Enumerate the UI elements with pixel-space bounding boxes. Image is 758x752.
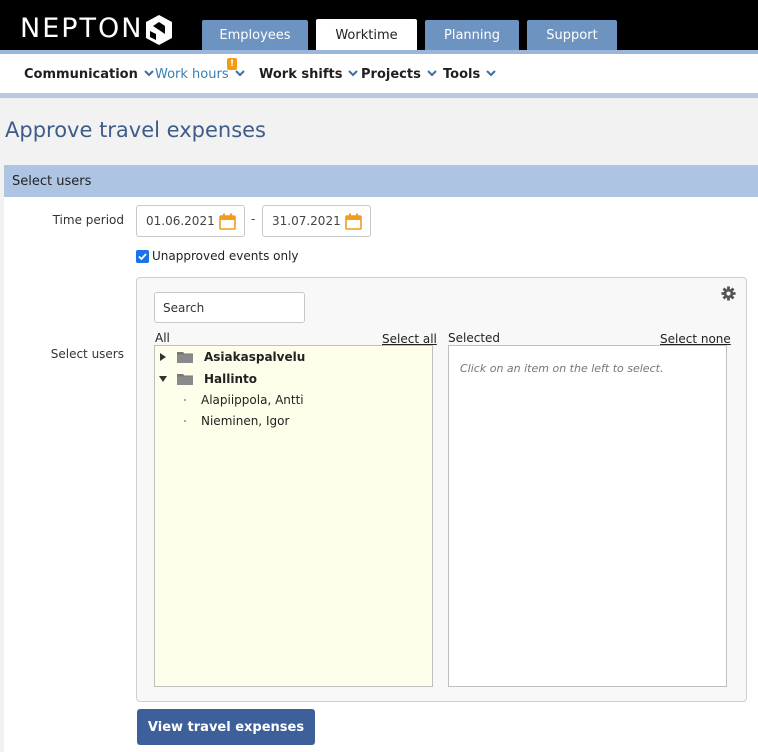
select-none-link[interactable]: Select none bbox=[660, 332, 731, 346]
unapproved-checkbox-label[interactable]: Unapproved events only bbox=[152, 249, 299, 263]
chevron-down-icon bbox=[144, 70, 154, 77]
logo-cube-icon bbox=[146, 15, 172, 45]
date-to-field[interactable]: 31.07.2021 bbox=[262, 205, 371, 237]
selected-users-list[interactable] bbox=[448, 345, 727, 687]
sub-navigation: Communication Work hours Work shifts Pro… bbox=[0, 54, 758, 94]
collapse-arrow-icon[interactable] bbox=[159, 376, 167, 382]
time-period-label: Time period bbox=[52, 213, 124, 227]
tree-user-item[interactable]: Nieminen, Igor bbox=[201, 414, 289, 428]
tree-group-asiakaspalvelu[interactable]: Asiakaspalvelu bbox=[204, 350, 305, 364]
date-from-field[interactable]: 01.06.2021 bbox=[136, 205, 245, 237]
nav-label: Work shifts bbox=[259, 67, 343, 82]
calendar-icon[interactable] bbox=[345, 213, 362, 230]
unapproved-checkbox[interactable] bbox=[136, 250, 149, 263]
nav-label: Work hours bbox=[155, 67, 229, 82]
date-separator: - bbox=[251, 212, 256, 226]
calendar-icon[interactable] bbox=[219, 213, 236, 230]
view-travel-expenses-button[interactable]: View travel expenses bbox=[137, 709, 315, 745]
gear-icon[interactable] bbox=[721, 286, 736, 301]
select-all-link[interactable]: Select all bbox=[382, 332, 437, 346]
tree-group-hallinto[interactable]: Hallinto bbox=[204, 372, 257, 386]
folder-icon bbox=[177, 374, 193, 385]
chevron-down-icon bbox=[348, 70, 359, 77]
expand-arrow-icon[interactable] bbox=[160, 353, 166, 361]
date-from-value: 01.06.2021 bbox=[146, 214, 215, 228]
page-title: Approve travel expenses bbox=[5, 118, 267, 142]
select-users-label: Select users bbox=[50, 347, 124, 361]
notification-badge: ! bbox=[227, 58, 237, 70]
tree-connector bbox=[184, 420, 186, 422]
tab-employees[interactable]: Employees bbox=[202, 20, 308, 50]
date-to-value: 31.07.2021 bbox=[272, 214, 341, 228]
selected-column-header: Selected bbox=[448, 331, 501, 345]
tab-support[interactable]: Support bbox=[527, 20, 617, 50]
tab-planning[interactable]: Planning bbox=[425, 20, 519, 50]
empty-selection-hint: Click on an item on the left to select. bbox=[460, 362, 664, 375]
search-input[interactable]: Search bbox=[154, 292, 305, 323]
nav-label: Projects bbox=[361, 67, 421, 82]
brand-logo[interactable]: NEPTON bbox=[20, 14, 143, 44]
folder-icon bbox=[177, 352, 193, 363]
tab-worktime[interactable]: Worktime bbox=[316, 19, 417, 52]
tree-connector bbox=[184, 399, 186, 401]
nav-label: Tools bbox=[443, 67, 481, 82]
nav-communication[interactable]: Communication bbox=[24, 67, 154, 82]
nav-label: Communication bbox=[24, 67, 138, 82]
section-header[interactable]: Select users bbox=[4, 165, 758, 197]
nav-tools[interactable]: Tools bbox=[443, 67, 496, 82]
tree-user-item[interactable]: Alapiippola, Antti bbox=[201, 393, 304, 407]
nav-projects[interactable]: Projects bbox=[361, 67, 437, 82]
nav-work-shifts[interactable]: Work shifts bbox=[259, 67, 359, 82]
chevron-down-icon bbox=[427, 70, 437, 77]
all-column-header: All bbox=[155, 331, 170, 345]
nav-divider bbox=[0, 93, 758, 98]
chevron-down-icon bbox=[486, 70, 496, 77]
